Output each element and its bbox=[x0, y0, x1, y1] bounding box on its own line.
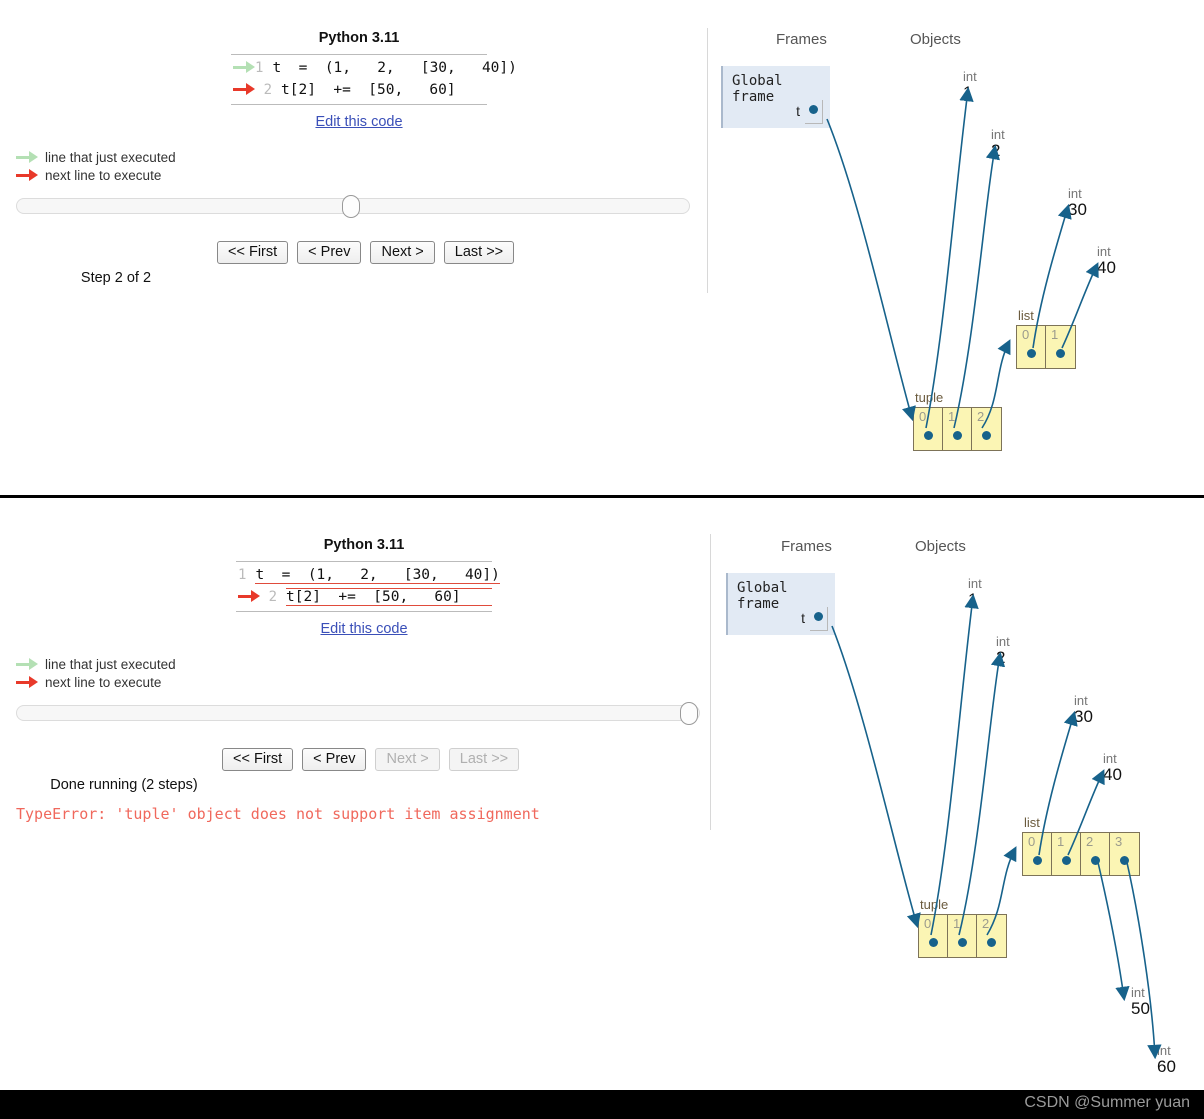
primitive-value: 50 bbox=[1131, 999, 1150, 1018]
footer-bar: CSDN @Summer yuan bbox=[0, 1090, 1204, 1119]
frame-variable-name: t bbox=[801, 610, 805, 626]
tuple-cell: 0 bbox=[919, 915, 948, 957]
pointer-dot bbox=[987, 938, 996, 947]
primitive-value: 60 bbox=[1157, 1057, 1176, 1076]
tuple-cells: 0 1 2 bbox=[918, 914, 1007, 958]
primitive-int-50: int 50 bbox=[1131, 985, 1150, 1017]
tuple-cell: 2 bbox=[977, 915, 1006, 957]
cell-index: 1 bbox=[1057, 834, 1065, 849]
list-cells: 0 1 2 3 bbox=[1022, 832, 1140, 876]
primitive-type-label: int bbox=[1131, 985, 1145, 1000]
primitive-value: 1 bbox=[968, 590, 978, 609]
primitive-int-1: int 1 bbox=[968, 576, 982, 608]
primitive-value: 30 bbox=[1074, 707, 1093, 726]
objects-header: Objects bbox=[915, 538, 966, 555]
cell-index: 2 bbox=[1086, 834, 1094, 849]
primitive-type-label: int bbox=[996, 634, 1010, 649]
pointer-dot bbox=[1062, 856, 1071, 865]
primitive-type-label: int bbox=[1103, 751, 1117, 766]
primitive-value: 2 bbox=[996, 648, 1006, 667]
primitive-type-label: int bbox=[1157, 1043, 1171, 1058]
tuple-type-label: tuple bbox=[920, 897, 949, 912]
pointer-dot bbox=[958, 938, 967, 947]
list-object-bottom: list 0 1 2 3 bbox=[1022, 815, 1140, 876]
pointer-edges-bottom bbox=[831, 593, 1162, 1060]
cell-index: 1 bbox=[953, 916, 961, 931]
frame-pointer-slot bbox=[810, 607, 828, 631]
pointer-dot bbox=[929, 938, 938, 947]
primitive-value: 40 bbox=[1103, 765, 1122, 784]
pointer-dot bbox=[1091, 856, 1100, 865]
frames-header: Frames bbox=[781, 538, 832, 555]
primitive-int-2: int 2 bbox=[996, 634, 1010, 666]
list-cell: 3 bbox=[1110, 833, 1139, 875]
tuple-object-bottom: tuple 0 1 2 bbox=[918, 897, 1007, 958]
viz-pane-bottom: Frames Objects Global frame t tuple 0 1 … bbox=[0, 0, 1204, 1090]
pointer-dot bbox=[1033, 856, 1042, 865]
list-cell: 1 bbox=[1052, 833, 1081, 875]
primitive-int-60: int 60 bbox=[1157, 1043, 1176, 1075]
cell-index: 3 bbox=[1115, 834, 1123, 849]
list-cell: 0 bbox=[1023, 833, 1052, 875]
pointer-dot bbox=[1120, 856, 1129, 865]
list-type-label: list bbox=[1024, 815, 1040, 830]
cell-index: 0 bbox=[924, 916, 932, 931]
cell-index: 2 bbox=[982, 916, 990, 931]
primitive-int-30: int 30 bbox=[1074, 693, 1093, 725]
tuple-cell: 1 bbox=[948, 915, 977, 957]
pointer-dot bbox=[814, 612, 823, 621]
watermark-label: CSDN @Summer yuan bbox=[1024, 1094, 1190, 1111]
primitive-int-40: int 40 bbox=[1103, 751, 1122, 783]
primitive-type-label: int bbox=[968, 576, 982, 591]
list-cell: 2 bbox=[1081, 833, 1110, 875]
global-frame-box: Global frame t bbox=[726, 573, 835, 635]
primitive-type-label: int bbox=[1074, 693, 1088, 708]
cell-index: 0 bbox=[1028, 834, 1036, 849]
